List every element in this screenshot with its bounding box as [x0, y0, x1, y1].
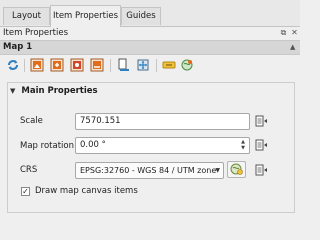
tab-guides[interactable]: Guides: [121, 7, 161, 25]
data-defined-override-icon[interactable]: [254, 137, 270, 153]
bookmark-icon[interactable]: [116, 58, 130, 72]
tab-item-properties-label: Item Properties: [52, 11, 118, 21]
draw-canvas-items-label: Draw map canvas items: [35, 186, 138, 196]
collapse-arrow-icon: ▼: [10, 87, 16, 95]
scale-label: Scale: [20, 116, 43, 126]
rotation-spinner-icon[interactable]: ▲ ▼: [238, 139, 248, 152]
main-properties-title: Main Properties: [21, 86, 98, 96]
crs-value: EPSG:32760 - WGS 84 / UTM zone: [80, 166, 217, 175]
float-panel-icon[interactable]: ⧉: [279, 28, 288, 37]
draw-canvas-items-checkbox[interactable]: ✓: [21, 187, 30, 196]
label-settings-icon[interactable]: [162, 58, 176, 72]
map-rotation-value: 0.00 °: [80, 140, 106, 150]
crs-label: CRS: [20, 165, 38, 175]
tab-item-properties[interactable]: Item Properties: [50, 5, 121, 27]
chevron-down-icon: ▼: [215, 167, 220, 174]
scale-value: 7570.151: [80, 116, 121, 126]
map-rotation-label: Map rotation: [20, 141, 74, 151]
item-name: Map 1: [3, 42, 33, 52]
map-rotation-input[interactable]: 0.00 ° ▲ ▼: [75, 137, 250, 154]
close-panel-icon[interactable]: ✕: [290, 28, 299, 37]
select-crs-button[interactable]: [227, 161, 246, 178]
move-content-icon[interactable]: [136, 58, 150, 72]
scale-input[interactable]: 7570.151: [75, 113, 250, 130]
data-defined-override-icon[interactable]: [254, 162, 270, 178]
tab-layout-label: Layout: [12, 11, 41, 21]
set-extent-icon[interactable]: [50, 58, 64, 72]
map-layers-icon[interactable]: [30, 58, 44, 72]
data-defined-override-icon[interactable]: [254, 113, 270, 129]
main-properties-section: ▼ Main Properties Scale 7570.151 Map rota…: [7, 82, 295, 213]
zoom-to-extent-icon[interactable]: [70, 58, 84, 72]
panel-title: Item Properties: [3, 28, 69, 38]
tab-guides-label: Guides: [126, 11, 156, 21]
main-properties-header[interactable]: ▼ Main Properties: [10, 86, 98, 96]
tab-bar: Layout Item Properties Guides: [0, 0, 300, 27]
map-item-toolbar: [0, 55, 300, 77]
scroll-up-icon[interactable]: ▲: [290, 43, 298, 51]
refresh-icon[interactable]: [6, 58, 20, 72]
item-name-bar: Map 1 ▲: [0, 40, 300, 55]
view-extent-icon[interactable]: [90, 58, 104, 72]
atlas-icon[interactable]: [180, 58, 194, 72]
crs-select[interactable]: EPSG:32760 - WGS 84 / UTM zone ▼: [75, 162, 224, 179]
tab-layout[interactable]: Layout: [3, 7, 50, 25]
